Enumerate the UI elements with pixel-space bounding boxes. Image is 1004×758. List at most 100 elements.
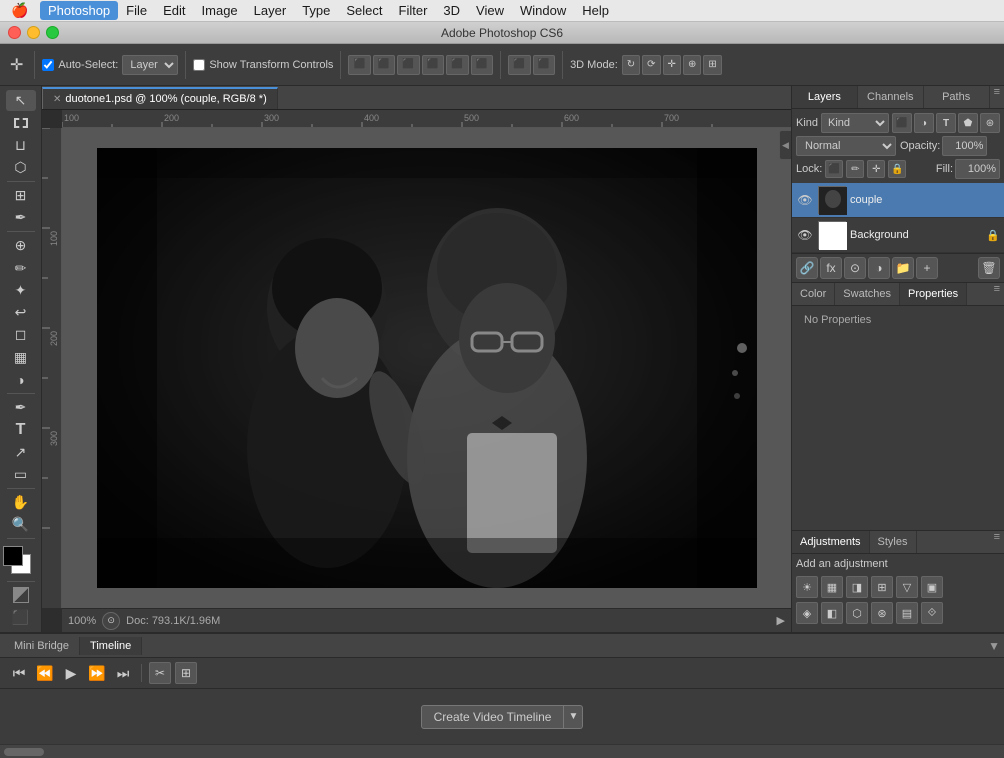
menu-image[interactable]: Image [194,1,246,20]
new-adjustment-btn[interactable]: ◑ [868,257,890,279]
align-center-btn[interactable]: ⬛ [373,55,395,75]
menu-photoshop[interactable]: Photoshop [40,1,118,20]
layer-row-couple[interactable]: 👁 couple [792,183,1004,218]
text-tool[interactable]: T [6,419,36,440]
add-mask-btn[interactable]: ⊙ [844,257,866,279]
lock-move-btn[interactable]: ✛ [867,160,885,178]
screen-mode-btn[interactable]: ⬛ [6,607,36,628]
adj-levels-btn[interactable]: ▦ [821,576,843,598]
tab-swatches[interactable]: Swatches [835,283,900,305]
status-indicator[interactable]: ⊙ [102,612,120,630]
doc-tab-close-icon[interactable]: ✕ [53,94,61,105]
eraser-tool[interactable]: ◻ [6,324,36,345]
3d-slide-btn[interactable]: ⊕ [683,55,701,75]
tab-color[interactable]: Color [792,283,835,305]
foreground-color-swatch[interactable] [3,546,23,566]
panel-menu-icon[interactable]: ≡ [990,86,1004,108]
menu-help[interactable]: Help [574,1,617,20]
healing-brush-tool[interactable]: ⊕ [6,235,36,256]
timeline-scrollbar[interactable] [0,744,1004,758]
doc-tab-duotone[interactable]: ✕ duotone1.psd @ 100% (couple, RGB/8 *) [42,87,278,109]
marquee-tool[interactable] [6,112,36,133]
shape-tool[interactable]: ▭ [6,464,36,485]
step-back-btn[interactable]: ⏪ [34,662,56,684]
align-left-btn[interactable]: ⬛ [348,55,370,75]
dodge-tool[interactable]: ◑ [6,369,36,390]
dist-v-btn[interactable]: ⬛ [533,55,555,75]
hand-tool[interactable]: ✋ [6,492,36,513]
adj-photo-btn[interactable]: ⬡ [846,602,868,624]
crop-tool[interactable]: ⊞ [6,185,36,206]
kind-smart-icon[interactable]: ⊛ [980,113,1000,133]
dist-h-btn[interactable]: ⬛ [508,55,530,75]
kind-adjust-icon[interactable]: ◑ [914,113,934,133]
3d-pan-btn[interactable]: ✛ [663,55,681,75]
tab-styles[interactable]: Styles [870,531,917,553]
fill-input[interactable] [955,159,1000,179]
layer-visibility-background[interactable]: 👁 [796,226,814,244]
lasso-tool[interactable]: ⊔ [6,135,36,156]
history-brush-tool[interactable]: ↩ [6,302,36,323]
navigator-arrow[interactable]: ▶ [777,614,785,627]
clone-stamp-tool[interactable]: ✦ [6,280,36,301]
adj-panel-menu[interactable]: ≡ [990,531,1004,553]
adj-curves-btn[interactable]: ◨ [846,576,868,598]
eyedropper-tool[interactable]: ✒ [6,207,36,228]
opacity-input[interactable] [942,136,987,156]
adj-invert-btn[interactable]: ⟐ [921,602,943,624]
kind-type-icon[interactable]: T [936,113,956,133]
tab-properties[interactable]: Properties [900,283,967,305]
adj-colorbal-btn[interactable]: ◈ [796,602,818,624]
new-group-btn[interactable]: 📁 [892,257,914,279]
tab-mini-bridge[interactable]: Mini Bridge [4,637,80,655]
gradient-tool[interactable]: ▦ [6,347,36,368]
tab-adjustments[interactable]: Adjustments [792,531,870,553]
menu-layer[interactable]: Layer [246,1,295,20]
tab-paths[interactable]: Paths [924,86,990,108]
adj-exposure-btn[interactable]: ⊞ [871,576,893,598]
kind-pixel-icon[interactable]: ⬛ [892,113,912,133]
go-end-btn[interactable]: ⏭ [112,662,134,684]
show-transform-checkbox[interactable] [193,59,205,71]
tab-layers[interactable]: Layers [792,86,858,108]
menu-3d[interactable]: 3D [435,1,468,20]
align-top-btn[interactable]: ⬛ [422,55,444,75]
move-tool[interactable]: ↖ [6,90,36,111]
zoom-tool[interactable]: 🔍 [6,514,36,535]
create-video-timeline-btn[interactable]: Create Video Timeline [421,705,565,729]
3d-scale-btn[interactable]: ⊞ [703,55,721,75]
blend-mode-dropdown[interactable]: Normal [796,136,896,156]
3d-roll-btn[interactable]: ⟳ [642,55,660,75]
adj-vibrance-btn[interactable]: ▽ [896,576,918,598]
canvas-container[interactable] [62,128,791,608]
close-button[interactable] [8,26,21,39]
brush-tool[interactable]: ✏ [6,258,36,279]
move-tool-icon[interactable]: ✛ [6,53,27,77]
menu-edit[interactable]: Edit [155,1,193,20]
menu-filter[interactable]: Filter [391,1,436,20]
add-style-btn[interactable]: fx [820,257,842,279]
delete-layer-btn[interactable]: 🗑 [978,257,1000,279]
align-middle-btn[interactable]: ⬛ [446,55,468,75]
kind-dropdown[interactable]: Kind [821,113,889,133]
adj-hsl-btn[interactable]: ▣ [921,576,943,598]
pen-tool[interactable]: ✒ [6,397,36,418]
maximize-button[interactable] [46,26,59,39]
minimize-button[interactable] [27,26,40,39]
tab-timeline[interactable]: Timeline [80,637,142,655]
menu-view[interactable]: View [468,1,512,20]
quick-select-tool[interactable]: ⬡ [6,157,36,178]
color-panel-menu[interactable]: ≡ [990,283,1004,305]
tl-merge-btn[interactable]: ⊞ [175,662,197,684]
bottom-panel-collapse[interactable]: ▼ [988,639,1000,653]
lock-position-btn[interactable]: ✏ [846,160,864,178]
go-start-btn[interactable]: ⏮ [8,662,30,684]
auto-select-dropdown[interactable]: Layer [122,55,178,75]
adj-channel-btn[interactable]: ⊛ [871,602,893,624]
menu-type[interactable]: Type [294,1,338,20]
kind-shape-icon[interactable]: ⬟ [958,113,978,133]
adj-brightness-btn[interactable]: ☀ [796,576,818,598]
path-select-tool[interactable]: ↗ [6,442,36,463]
create-video-arrow-btn[interactable]: ▼ [564,705,583,729]
auto-select-checkbox[interactable] [42,59,54,71]
